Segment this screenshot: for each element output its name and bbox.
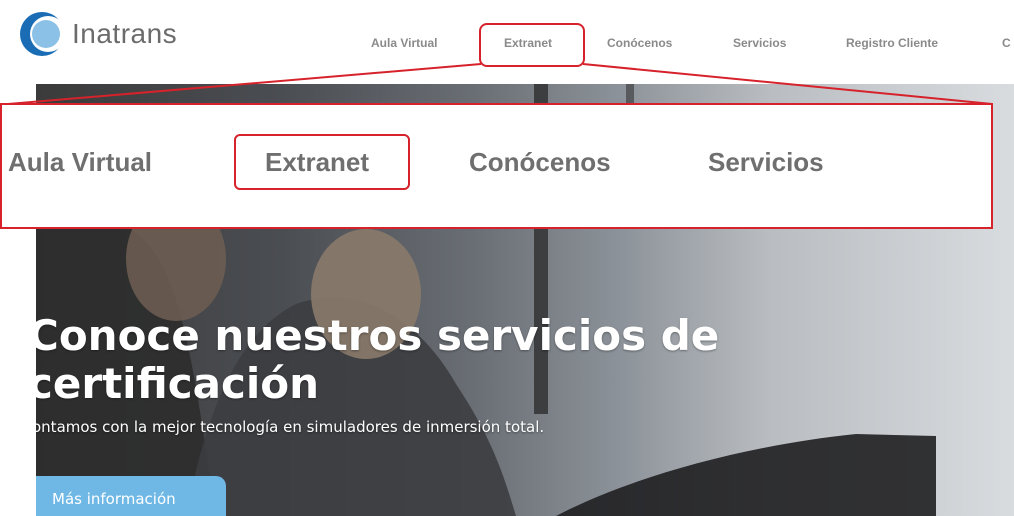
highlight-extranet-small (479, 23, 585, 67)
zoom-conocenos[interactable]: Conócenos (469, 147, 611, 178)
zoom-callout: Aula Virtual Extranet Conócenos Servicio… (0, 103, 993, 229)
zoom-aula-virtual[interactable]: Aula Virtual (8, 147, 152, 178)
page: Conoce nuestros servicios de certificaci… (0, 0, 1014, 516)
nav-registro-cliente[interactable]: Registro Cliente (846, 36, 938, 50)
zoom-servicios[interactable]: Servicios (708, 147, 824, 178)
highlight-extranet-large (234, 134, 410, 190)
nav-conocenos[interactable]: Conócenos (607, 36, 672, 50)
hero-subtitle: ontamos con la mejor tecnología en simul… (36, 418, 545, 436)
nav-contacto[interactable]: C (1002, 36, 1011, 50)
site-header: Inatrans Aula Virtual Extranet Conócenos… (0, 0, 1014, 84)
nav-aula-virtual[interactable]: Aula Virtual (371, 36, 437, 50)
more-info-button[interactable]: Más información (36, 476, 226, 516)
nav-servicios[interactable]: Servicios (733, 36, 786, 50)
hero-title: Conoce nuestros servicios de certificaci… (36, 311, 720, 408)
